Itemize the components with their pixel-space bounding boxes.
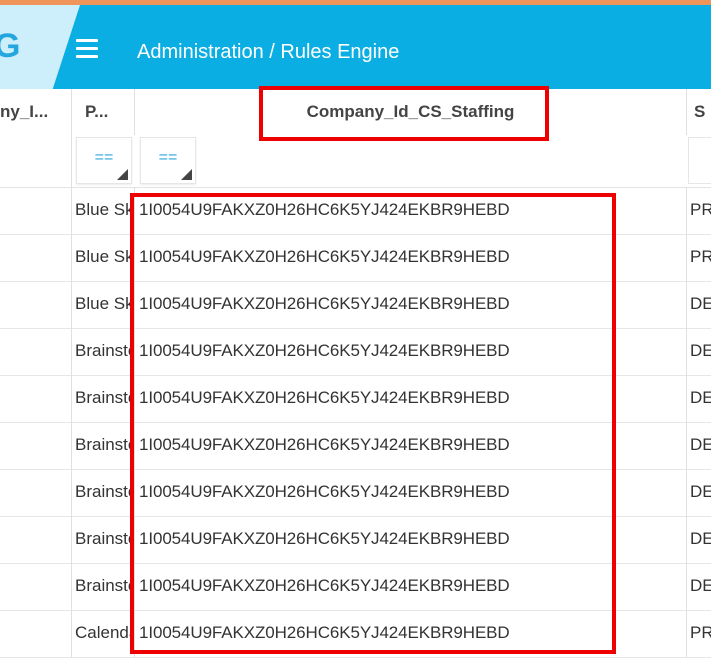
table-cell: 1I0054U9FAKXZ0H26HC6K5YJ424EKBR9HEBD xyxy=(135,328,687,375)
menu-icon[interactable] xyxy=(76,39,100,59)
table-cell: 1I0054U9FAKXZ0H26HC6K5YJ424EKBR9HEBD xyxy=(135,375,687,422)
table-cell xyxy=(0,469,72,516)
table-cell: 1I0054U9FAKXZ0H26HC6K5YJ424EKBR9HEBD xyxy=(135,234,687,281)
table-row[interactable]: Blue Sky 1I0054U9FAKXZ0H26HC6K5YJ424EKBR… xyxy=(0,187,711,235)
table-cell xyxy=(0,234,72,281)
app-logo[interactable]: G xyxy=(0,27,20,66)
rules-grid: ny_I... P... Company_Id_CS_Staffing S ==… xyxy=(0,89,711,659)
filter-operator-label: == xyxy=(158,149,178,166)
table-cell: PR xyxy=(690,200,711,219)
grid-header-row: ny_I... P... Company_Id_CS_Staffing S xyxy=(0,89,711,136)
app-header: G Administration / Rules Engine xyxy=(0,5,711,89)
table-cell: Brainstorm xyxy=(72,469,135,516)
table-row[interactable]: Brainstorm 1I0054U9FAKXZ0H26HC6K5YJ424EK… xyxy=(0,375,711,423)
table-cell: 1I0054U9FAKXZ0H26HC6K5YJ424EKBR9HEBD xyxy=(135,422,687,469)
table-row[interactable]: Brainstorm 1I0054U9FAKXZ0H26HC6K5YJ424EK… xyxy=(0,563,711,611)
table-cell xyxy=(0,610,72,657)
table-row[interactable]: Blue Sky 1I0054U9FAKXZ0H26HC6K5YJ424EKBR… xyxy=(0,281,711,329)
filter-operator-button[interactable]: == xyxy=(76,137,132,184)
column-header-p[interactable]: P... xyxy=(72,89,135,135)
table-cell: DE xyxy=(690,529,711,548)
resize-corner-icon xyxy=(117,169,128,180)
table-row[interactable]: Brainstorm 1I0054U9FAKXZ0H26HC6K5YJ424EK… xyxy=(0,516,711,564)
resize-corner-icon xyxy=(181,169,192,180)
table-cell xyxy=(0,375,72,422)
page-title: Administration / Rules Engine xyxy=(137,41,400,63)
table-cell: DE xyxy=(690,341,711,360)
column-header-company-id-cs-staffing[interactable]: Company_Id_CS_Staffing xyxy=(135,89,687,135)
table-cell: PR xyxy=(690,623,711,642)
table-cell: 1I0054U9FAKXZ0H26HC6K5YJ424EKBR9HEBD xyxy=(135,187,687,234)
table-cell: Blue Sky xyxy=(72,234,135,281)
column-header-company-id[interactable]: ny_I... xyxy=(0,89,72,135)
table-row[interactable]: Calendar 1I0054U9FAKXZ0H26HC6K5YJ424EKBR… xyxy=(0,610,711,658)
table-cell: PR xyxy=(690,247,711,266)
table-cell: 1I0054U9FAKXZ0H26HC6K5YJ424EKBR9HEBD xyxy=(135,610,687,657)
table-cell: Brainstorm xyxy=(72,422,135,469)
table-cell: Calendar xyxy=(72,610,135,657)
column-header-s[interactable]: S xyxy=(687,89,711,135)
table-cell: Brainstorm xyxy=(72,516,135,563)
table-cell xyxy=(0,422,72,469)
filter-cell-s[interactable] xyxy=(688,137,711,184)
table-cell: DE xyxy=(690,482,711,501)
filter-cell-company-id xyxy=(0,135,72,187)
grid-filter-row: == == xyxy=(0,135,711,188)
table-cell xyxy=(0,563,72,610)
table-row[interactable]: Brainstorm 1I0054U9FAKXZ0H26HC6K5YJ424EK… xyxy=(0,469,711,517)
table-cell: 1I0054U9FAKXZ0H26HC6K5YJ424EKBR9HEBD xyxy=(135,281,687,328)
table-cell: Blue Sky xyxy=(72,187,135,234)
table-cell: DE xyxy=(690,388,711,407)
table-cell xyxy=(0,187,72,234)
table-cell: Brainstorm xyxy=(72,375,135,422)
table-cell: DE xyxy=(690,576,711,595)
table-cell xyxy=(0,281,72,328)
table-cell xyxy=(0,328,72,375)
filter-operator-label: == xyxy=(94,149,114,166)
table-cell: DE xyxy=(690,294,711,313)
table-cell: Blue Sky xyxy=(72,281,135,328)
filter-operator-button[interactable]: == xyxy=(140,137,196,184)
table-cell xyxy=(0,516,72,563)
table-cell: 1I0054U9FAKXZ0H26HC6K5YJ424EKBR9HEBD xyxy=(135,563,687,610)
table-cell: 1I0054U9FAKXZ0H26HC6K5YJ424EKBR9HEBD xyxy=(135,469,687,516)
table-row[interactable]: Brainstorm 1I0054U9FAKXZ0H26HC6K5YJ424EK… xyxy=(0,328,711,376)
table-row[interactable]: Brainstorm 1I0054U9FAKXZ0H26HC6K5YJ424EK… xyxy=(0,422,711,470)
table-cell: Brainstorm xyxy=(72,328,135,375)
table-cell: DE xyxy=(690,435,711,454)
table-row[interactable]: Blue Sky 1I0054U9FAKXZ0H26HC6K5YJ424EKBR… xyxy=(0,234,711,282)
table-cell: Brainstorm xyxy=(72,563,135,610)
table-cell: 1I0054U9FAKXZ0H26HC6K5YJ424EKBR9HEBD xyxy=(135,516,687,563)
